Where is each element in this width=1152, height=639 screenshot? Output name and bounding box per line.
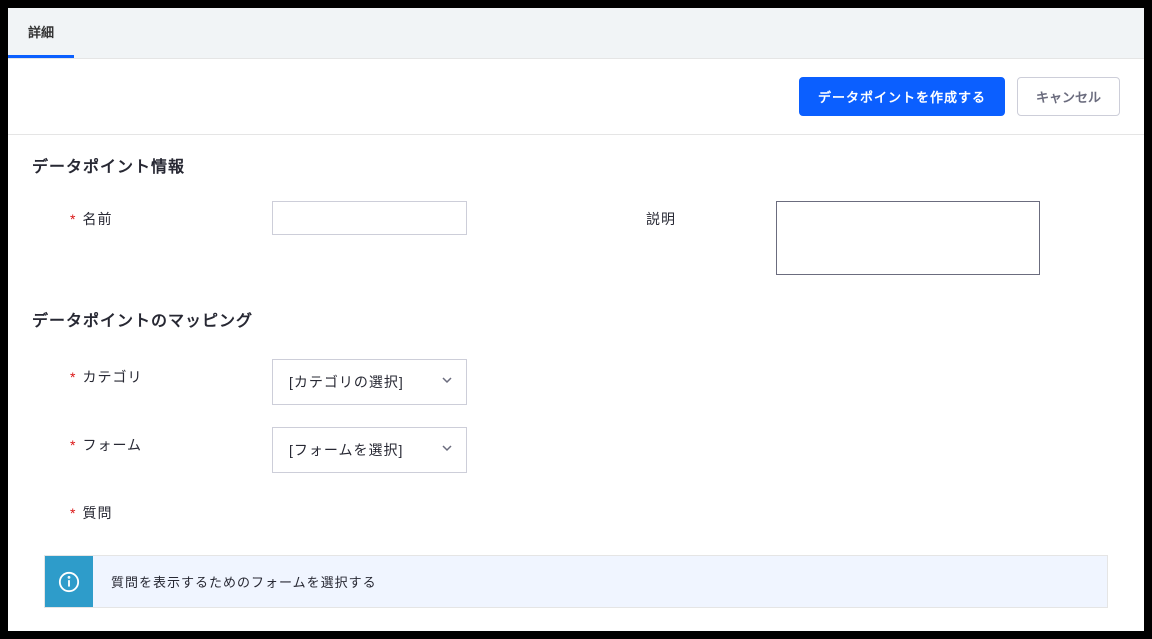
description-input[interactable] <box>776 201 1040 275</box>
form-content: データポイント情報 *名前 説明 データポイントのマッピング *カテゴリ <box>8 135 1144 626</box>
page-container: 詳細 データポイントを作成する キャンセル データポイント情報 *名前 説明 デ… <box>8 8 1144 631</box>
question-row: *質問 <box>32 495 1120 523</box>
question-label: *質問 <box>32 495 272 523</box>
required-indicator: * <box>70 505 76 521</box>
form-select[interactable]: [フォームを選択] <box>272 427 467 473</box>
category-select-wrapper: [カテゴリの選択] <box>272 359 467 405</box>
info-icon <box>45 556 93 607</box>
create-button[interactable]: データポイントを作成する <box>799 77 1005 116</box>
section-title-info: データポイント情報 <box>32 153 1120 177</box>
name-label: *名前 <box>32 201 272 229</box>
cancel-button[interactable]: キャンセル <box>1017 77 1120 116</box>
tab-bar: 詳細 <box>8 8 1144 59</box>
section-title-mapping: データポイントのマッピング <box>32 307 1120 331</box>
category-row: *カテゴリ [カテゴリの選択] <box>32 359 1120 405</box>
description-group: 説明 <box>576 201 1120 275</box>
info-message: 質問を表示するためのフォームを選択する <box>93 556 395 607</box>
info-banner: 質問を表示するためのフォームを選択する <box>44 555 1108 608</box>
description-label: 説明 <box>576 201 776 229</box>
name-group: *名前 <box>32 201 576 235</box>
category-label: *カテゴリ <box>32 359 272 387</box>
action-bar: データポイントを作成する キャンセル <box>8 59 1144 135</box>
name-input[interactable] <box>272 201 467 235</box>
required-indicator: * <box>70 211 76 227</box>
form-label: *フォーム <box>32 427 272 455</box>
mapping-rows: *カテゴリ [カテゴリの選択] *フォーム [フォームを選 <box>32 359 1120 523</box>
category-select[interactable]: [カテゴリの選択] <box>272 359 467 405</box>
required-indicator: * <box>70 369 76 385</box>
form-select-row: *フォーム [フォームを選択] <box>32 427 1120 473</box>
tab-detail[interactable]: 詳細 <box>8 8 74 58</box>
required-indicator: * <box>70 437 76 453</box>
form-select-wrapper: [フォームを選択] <box>272 427 467 473</box>
info-row: *名前 説明 <box>32 201 1120 275</box>
